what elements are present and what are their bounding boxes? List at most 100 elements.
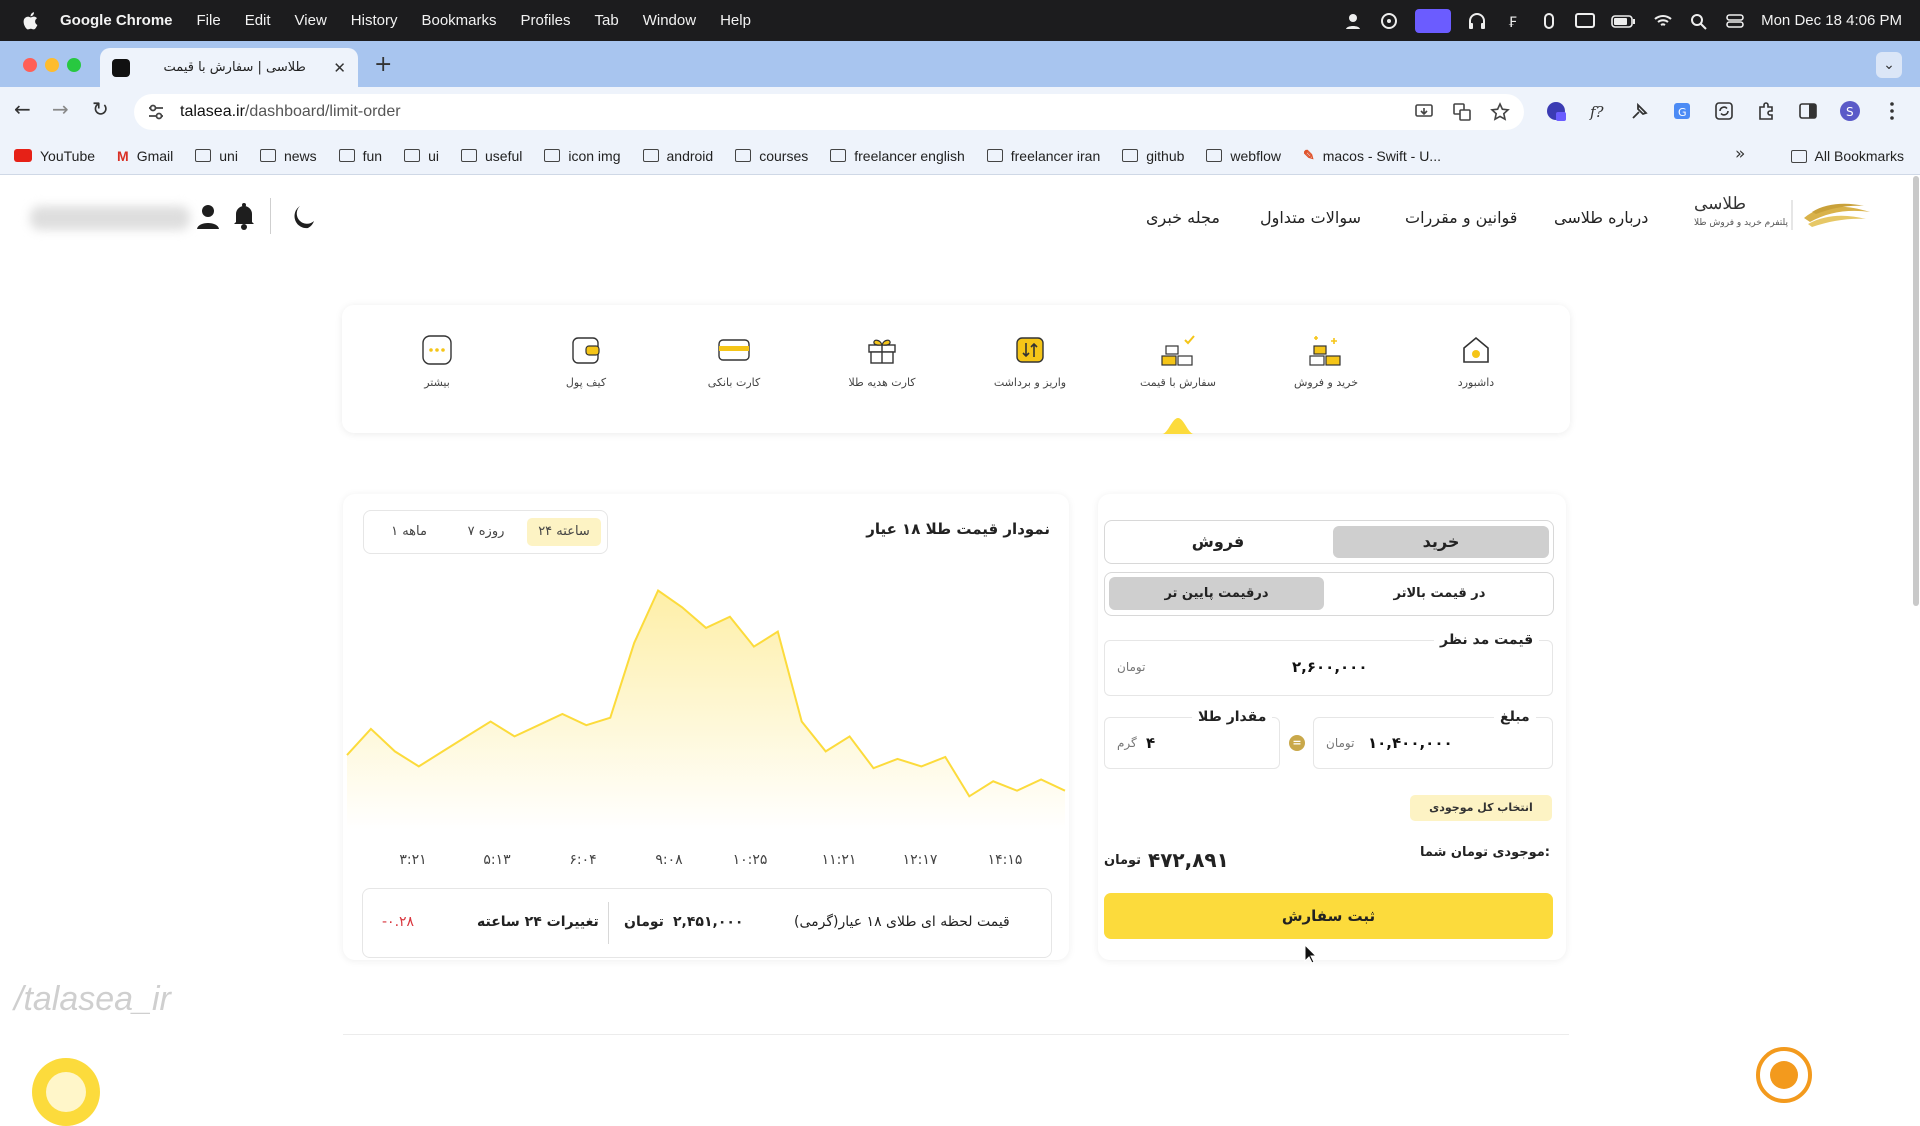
- buy-tab[interactable]: خرید: [1333, 526, 1549, 558]
- all-bookmarks-button[interactable]: All Bookmarks: [1790, 137, 1904, 175]
- address-bar[interactable]: talasea.ir/dashboard/limit-order: [134, 94, 1524, 130]
- page-scrollbar[interactable]: [1913, 176, 1919, 606]
- range-tab-7d[interactable]: ۷ روزه: [451, 518, 521, 546]
- menu-edit[interactable]: Edit: [245, 12, 271, 29]
- window-close-button[interactable]: [23, 58, 37, 72]
- chart-point[interactable]: [1015, 789, 1019, 793]
- bell-icon[interactable]: [232, 202, 256, 230]
- menu-history[interactable]: History: [351, 12, 398, 29]
- chart-point[interactable]: [824, 749, 828, 753]
- forward-arrow-icon[interactable]: →: [52, 97, 69, 121]
- range-tab-1m[interactable]: ۱ ماهه: [373, 518, 445, 546]
- menu-window[interactable]: Window: [643, 12, 696, 29]
- chart-point[interactable]: [465, 734, 469, 738]
- extension-pin-icon[interactable]: [1629, 100, 1651, 122]
- service-wallet[interactable]: کیف پول: [526, 332, 646, 389]
- bookmark-item[interactable]: ✎ macos - Swift - U...: [1303, 147, 1441, 164]
- chart-point[interactable]: [441, 749, 445, 753]
- chart-point[interactable]: [680, 605, 684, 609]
- menu-file[interactable]: File: [197, 12, 221, 29]
- chart-point[interactable]: [608, 716, 612, 720]
- bookmark-item[interactable]: courses: [735, 148, 808, 164]
- service-dashboard[interactable]: داشبورد: [1416, 332, 1536, 389]
- service-more[interactable]: بیشتر: [377, 332, 497, 389]
- tab-search-button[interactable]: ⌄: [1876, 52, 1902, 78]
- more-bookmarks-button[interactable]: »: [1735, 144, 1745, 164]
- menu-tab[interactable]: Tab: [595, 12, 619, 29]
- extension-refresh-icon[interactable]: [1713, 100, 1735, 122]
- lower-price-tab[interactable]: درقیمت پایین تر: [1109, 577, 1324, 610]
- gold-amount-value[interactable]: ۴: [1146, 734, 1155, 752]
- bookmark-item[interactable]: icon img: [544, 148, 621, 164]
- tab-close-icon[interactable]: ✕: [333, 59, 346, 77]
- chart-point[interactable]: [632, 641, 636, 645]
- font-icon[interactable]: ₣: [1503, 12, 1523, 30]
- apple-icon[interactable]: [20, 10, 42, 32]
- user-name[interactable]: [30, 206, 190, 230]
- nav-about[interactable]: درباره طلاسی: [1554, 208, 1648, 227]
- display-icon[interactable]: [1575, 12, 1596, 30]
- chart-point[interactable]: [369, 727, 373, 731]
- nav-rules[interactable]: قوانین و مقررات: [1405, 208, 1517, 227]
- install-app-icon[interactable]: [1414, 102, 1434, 122]
- chart-point[interactable]: [991, 779, 995, 783]
- chart-point[interactable]: [848, 734, 852, 738]
- chart-point[interactable]: [728, 615, 732, 619]
- sell-tab[interactable]: فروش: [1110, 526, 1326, 558]
- service-limit-order[interactable]: سفارش با قیمت: [1118, 332, 1238, 389]
- browser-tab[interactable]: طلاسی | سفارش با قیمت ✕: [100, 48, 358, 87]
- amount-value[interactable]: ۱۰,۴۰۰,۰۰۰: [1368, 734, 1453, 752]
- price-chart[interactable]: ۳:۲۱ ۵:۱۳ ۶:۰۴ ۹:۰۸ ۱۰:۲۵ ۱۱:۲۱ ۱۲:۱۷ ۱۴:۱۵: [343, 560, 1069, 880]
- chart-point[interactable]: [872, 766, 876, 770]
- chart-point[interactable]: [752, 645, 756, 649]
- menu-profiles[interactable]: Profiles: [521, 12, 571, 29]
- nav-faq[interactable]: سوالات متداول: [1260, 208, 1361, 227]
- window-minimize-button[interactable]: [45, 58, 59, 72]
- spotlight-search-icon[interactable]: [1689, 12, 1709, 30]
- side-panel-icon[interactable]: [1797, 100, 1819, 122]
- chart-point[interactable]: [393, 749, 397, 753]
- target-price-value[interactable]: ۲,۶۰۰,۰۰۰: [1292, 658, 1367, 676]
- bookmark-item[interactable]: useful: [461, 148, 522, 164]
- service-buy-sell[interactable]: خرید و فروش: [1266, 332, 1386, 389]
- moon-icon[interactable]: [288, 202, 318, 232]
- service-bank-card[interactable]: کارت بانکی: [674, 332, 794, 389]
- chart-point[interactable]: [584, 723, 588, 727]
- chart-point[interactable]: [704, 626, 708, 630]
- chart-point[interactable]: [1039, 777, 1043, 781]
- chart-point[interactable]: [489, 719, 493, 723]
- bookmark-item[interactable]: M Gmail: [117, 148, 173, 164]
- support-chat-button[interactable]: [32, 1058, 100, 1126]
- nav-news-magazine[interactable]: مجله خبری: [1146, 208, 1220, 227]
- screen-record-icon[interactable]: [1415, 8, 1452, 33]
- translate-icon[interactable]: [1452, 102, 1472, 122]
- back-arrow-icon[interactable]: ←: [14, 97, 31, 121]
- battery-icon[interactable]: [1611, 12, 1637, 30]
- chart-point[interactable]: [513, 734, 517, 738]
- control-center-icon[interactable]: [1725, 12, 1745, 30]
- extension-mail-icon[interactable]: [1545, 100, 1567, 122]
- chart-point[interactable]: [943, 755, 947, 759]
- extension-formula-icon[interactable]: f?: [1587, 100, 1609, 122]
- menubar-clock[interactable]: Mon Dec 18 4:06 PM: [1761, 12, 1902, 29]
- bookmark-star-icon[interactable]: [1490, 102, 1510, 122]
- user-icon[interactable]: [196, 204, 220, 230]
- chart-point[interactable]: [776, 630, 780, 634]
- menu-app-name[interactable]: Google Chrome: [60, 12, 173, 29]
- reload-icon[interactable]: ↻: [92, 97, 109, 121]
- service-deposit-withdraw[interactable]: واریز و برداشت: [970, 332, 1090, 389]
- chart-point[interactable]: [1063, 789, 1067, 793]
- chart-point[interactable]: [536, 723, 540, 727]
- extension-translate-icon[interactable]: G: [1671, 100, 1693, 122]
- site-logo[interactable]: طلاسی پلتفرم خرید و فروش طلا: [1690, 190, 1880, 240]
- chart-point[interactable]: [656, 588, 660, 592]
- chart-point[interactable]: [919, 764, 923, 768]
- window-zoom-button[interactable]: [67, 58, 81, 72]
- extensions-puzzle-icon[interactable]: [1755, 100, 1777, 122]
- range-tab-24h[interactable]: ۲۴ ساعته: [527, 518, 601, 546]
- scroll-top-button[interactable]: [1756, 1047, 1812, 1103]
- new-tab-button[interactable]: +: [374, 52, 392, 77]
- bookmark-item[interactable]: github: [1122, 148, 1184, 164]
- bookmark-item[interactable]: YouTube: [14, 148, 95, 164]
- bookmark-item[interactable]: uni: [195, 148, 238, 164]
